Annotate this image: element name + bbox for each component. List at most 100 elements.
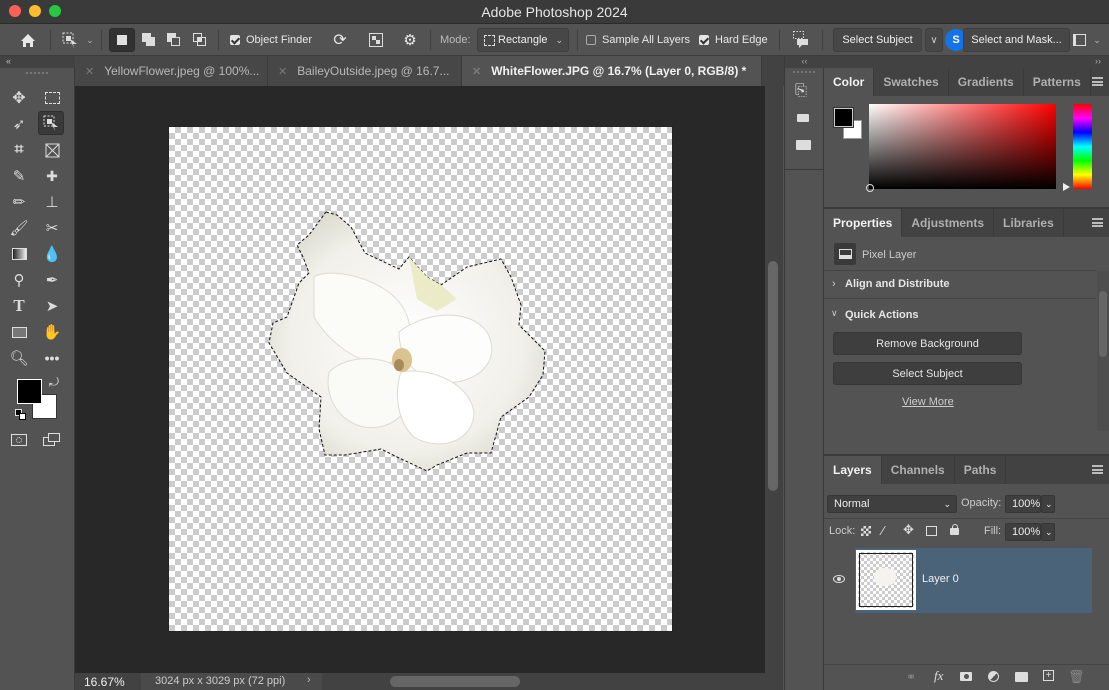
refresh-object-finder-button[interactable]: ⟳ (330, 28, 350, 52)
object-finder-checkbox[interactable] (230, 35, 240, 45)
blur-tool[interactable]: 💧 (39, 242, 65, 266)
workspace-dropdown[interactable]: ⌄ (1090, 28, 1104, 52)
close-tab-icon[interactable]: ✕ (85, 65, 94, 78)
tab-swatches[interactable]: Swatches (874, 68, 949, 96)
vertical-scrollbar[interactable] (765, 86, 783, 673)
tab-baileyoutside[interactable]: ✕ BaileyOutside.jpeg @ 16.7... (268, 56, 462, 86)
home-button[interactable] (16, 28, 40, 52)
layer-row[interactable]: Layer 0 (824, 548, 1092, 613)
add-layer-style-button[interactable]: fx (934, 668, 943, 684)
collapse-toolbar-button[interactable]: « (0, 56, 75, 68)
new-group-button[interactable] (1015, 672, 1028, 682)
dodge-tool[interactable]: ⚲ (6, 268, 32, 292)
history-brush-tool[interactable]: 🖌 (6, 216, 32, 240)
select-and-mask-button[interactable]: Select and Mask... (963, 28, 1070, 52)
document-canvas[interactable] (168, 126, 673, 632)
properties-scroll-thumb[interactable] (1099, 291, 1107, 357)
comments-panel-button[interactable] (796, 140, 811, 150)
tab-channels[interactable]: Channels (882, 456, 955, 484)
object-finder-toggle[interactable]: Object Finder (230, 28, 312, 52)
new-selection-button[interactable] (109, 28, 135, 52)
hand-tool[interactable]: ✋ (39, 320, 65, 344)
quick-actions-collapse-toggle[interactable]: ∨ (831, 308, 838, 319)
new-layer-button[interactable]: + (1043, 670, 1054, 681)
quick-actions-section[interactable]: Quick Actions (845, 309, 919, 321)
blend-mode-select[interactable]: Normal ⌄ (827, 495, 957, 513)
color-saturation-field[interactable] (866, 104, 1056, 192)
view-more-link[interactable]: View More (902, 396, 954, 408)
intersect-selection-button[interactable] (189, 28, 211, 52)
tab-adjustments[interactable]: Adjustments (902, 209, 995, 237)
tab-properties[interactable]: Properties (824, 209, 903, 237)
tab-libraries[interactable]: Libraries (994, 209, 1064, 237)
sample-all-layers-checkbox[interactable] (586, 35, 596, 45)
quick-mask-button[interactable] (6, 428, 32, 452)
status-menu-button[interactable]: › (307, 674, 311, 686)
eraser-tool[interactable]: ✂ (39, 216, 65, 240)
tab-paths[interactable]: Paths (955, 456, 1007, 484)
close-tab-icon[interactable]: ✕ (278, 65, 287, 78)
marquee-tool[interactable] (39, 86, 65, 110)
spot-healing-tool[interactable]: ✚ (39, 164, 65, 188)
close-tab-icon[interactable]: ✕ (472, 65, 481, 78)
tool-preset-picker[interactable] (58, 28, 82, 52)
opacity-dropdown[interactable]: ⌄ (1041, 495, 1055, 513)
add-to-selection-button[interactable] (138, 28, 160, 52)
expand-dock-button[interactable]: ‹‹ (785, 56, 824, 68)
history-panel-button[interactable]: ⎘ (795, 82, 807, 99)
lock-artboard-button[interactable] (926, 526, 937, 536)
subtract-from-selection-button[interactable] (163, 28, 185, 52)
lasso-tool[interactable]: ➶ (6, 112, 32, 136)
select-subject-button[interactable]: Select Subject (833, 28, 922, 52)
panel-menu-icon[interactable] (1092, 465, 1103, 474)
lock-transparent-pixels-button[interactable] (861, 526, 871, 536)
tab-layers[interactable]: Layers (824, 456, 882, 484)
zoom-tool[interactable]: 🔍︎ (6, 346, 32, 370)
vertical-scroll-thumb[interactable] (768, 261, 778, 491)
properties-scrollbar[interactable] (1097, 271, 1109, 431)
lock-all-button[interactable] (950, 524, 959, 535)
plugins-panel-button[interactable] (797, 114, 809, 122)
gradient-tool[interactable] (6, 242, 32, 266)
path-selection-tool[interactable]: ➤ (39, 294, 65, 318)
foreground-color-swatch[interactable] (17, 379, 42, 404)
clone-stamp-tool[interactable]: ⊥ (39, 190, 65, 214)
dock-grip[interactable] (793, 71, 815, 73)
zoom-level[interactable]: 16.67% (84, 675, 125, 689)
mode-select[interactable]: Rectangle ⌄ (477, 28, 569, 52)
eyedropper-tool[interactable]: ✎ (6, 164, 32, 188)
object-finder-settings-button[interactable]: ⚙ (400, 28, 420, 52)
toolbar-grip[interactable] (26, 72, 48, 74)
color-foreground-swatch[interactable] (833, 107, 854, 128)
select-subject-dropdown[interactable]: ∨ (925, 28, 943, 52)
delete-layer-button[interactable]: 🗑︎ (1068, 669, 1085, 685)
hard-edge-toggle[interactable]: Hard Edge (699, 28, 768, 52)
more-tools[interactable]: ••• (39, 346, 65, 370)
layer-visibility-toggle[interactable] (833, 575, 845, 583)
default-colors-button[interactable] (15, 409, 27, 421)
share-comment-button[interactable] (790, 28, 812, 52)
tool-preset-dropdown[interactable]: ⌄ (83, 28, 97, 52)
workspace-button[interactable] (1071, 28, 1087, 52)
frame-tool[interactable] (39, 138, 65, 162)
swap-colors-button[interactable]: ⤾ (49, 375, 59, 390)
new-adjustment-layer-button[interactable] (988, 671, 999, 682)
rectangle-tool[interactable] (6, 320, 32, 344)
lock-image-pixels-button[interactable]: ⁄ (882, 523, 884, 538)
show-all-objects-button[interactable] (366, 28, 386, 52)
remove-background-button[interactable]: Remove Background (833, 332, 1022, 355)
horizontal-scroll-thumb[interactable] (390, 676, 520, 687)
fill-dropdown[interactable]: ⌄ (1041, 523, 1055, 541)
tab-color[interactable]: Color (824, 68, 875, 96)
tab-whiteflower[interactable]: ✕ WhiteFlower.JPG @ 16.7% (Layer 0, RGB/… (462, 56, 762, 86)
hard-edge-checkbox[interactable] (699, 35, 709, 45)
sample-all-layers-toggle[interactable]: Sample All Layers (586, 28, 690, 52)
panel-menu-icon[interactable] (1092, 218, 1103, 227)
layer-thumbnail[interactable] (856, 550, 916, 610)
tab-patterns[interactable]: Patterns (1024, 68, 1091, 96)
lock-position-button[interactable]: ✥ (903, 522, 914, 538)
align-distribute-section[interactable]: Align and Distribute (845, 278, 950, 290)
color-picker-handle[interactable] (866, 184, 874, 192)
quick-select-subject-button[interactable]: Select Subject (833, 362, 1022, 385)
collapse-panels-button[interactable]: ›› (824, 56, 1109, 68)
